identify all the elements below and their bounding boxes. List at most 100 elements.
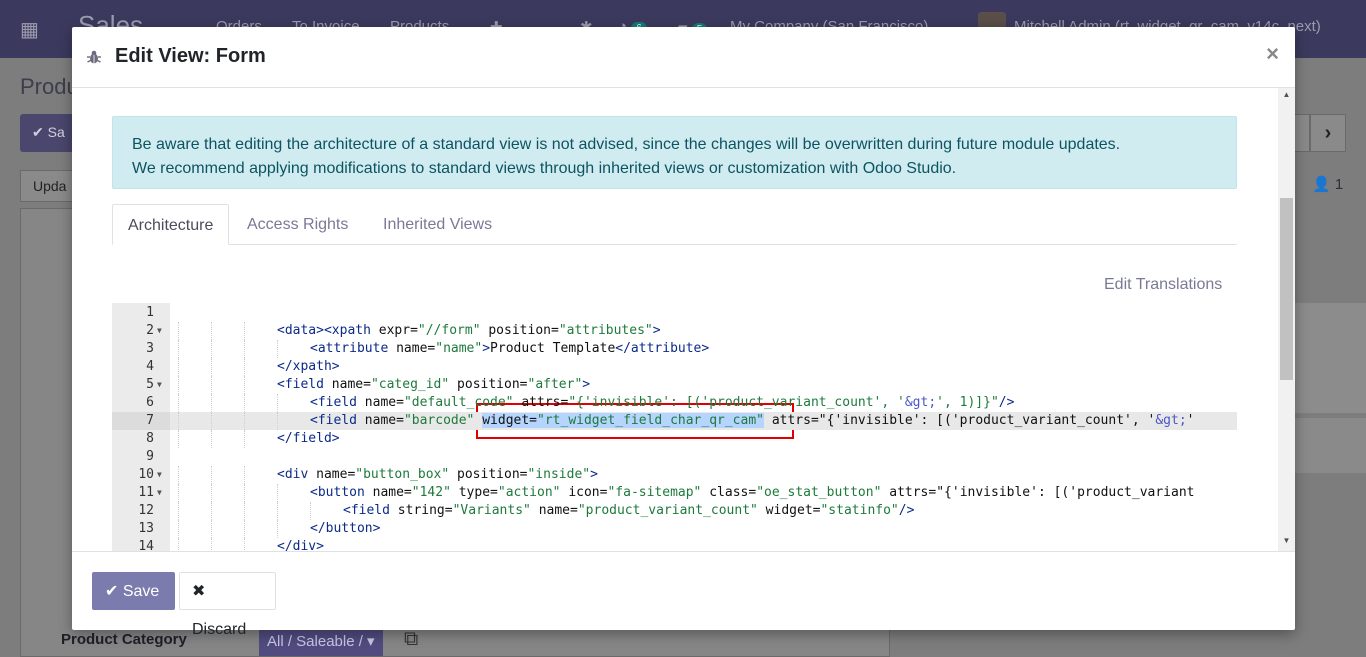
code-line[interactable]: 3 <attribute name="name">Product Template… bbox=[112, 340, 1237, 358]
indent-guide bbox=[178, 502, 179, 520]
followers-count-value: 1 bbox=[1334, 176, 1344, 193]
selected-text: widget="rt_widget_field_char_qr_cam" bbox=[482, 413, 764, 428]
dialog-body: Be aware that editing the architecture o… bbox=[72, 88, 1295, 551]
close-icon[interactable]: × bbox=[1266, 43, 1279, 65]
line-gutter-cell: 13 bbox=[112, 520, 170, 538]
code-text: </button> bbox=[310, 521, 381, 536]
discard-button-label: Discard bbox=[192, 621, 247, 638]
tab-access-rights[interactable]: Access Rights bbox=[232, 204, 363, 245]
followers-count[interactable]: 👤 1 bbox=[1312, 175, 1343, 193]
line-number: 12 bbox=[138, 503, 154, 518]
indent-guide bbox=[211, 376, 212, 394]
indent-guide bbox=[211, 340, 212, 358]
line-gutter-cell: 14 bbox=[112, 538, 170, 551]
code-line[interactable]: 6 <field name="default_code" attrs="{'inv… bbox=[112, 394, 1237, 412]
chatter-panel bbox=[1294, 303, 1366, 413]
line-number: 13 bbox=[138, 521, 154, 536]
next-record-button[interactable]: › bbox=[1310, 114, 1346, 152]
indent-guide bbox=[244, 538, 245, 551]
background-save-label: Sa bbox=[47, 124, 65, 140]
indent-guide bbox=[244, 322, 245, 340]
dialog-title: Edit View: Form bbox=[115, 45, 266, 67]
product-category-field[interactable]: All / Saleable / ▾ bbox=[259, 628, 383, 656]
code-line[interactable]: 4 </xpath> bbox=[112, 358, 1237, 376]
code-line[interactable]: 7 <field name="barcode" widget="rt_widget… bbox=[112, 412, 1237, 430]
line-number: 5 bbox=[146, 377, 154, 392]
line-number: 6 bbox=[146, 395, 154, 410]
code-text: </xpath> bbox=[277, 359, 340, 374]
line-gutter-cell: 12 bbox=[112, 502, 170, 520]
line-gutter-cell: 7 bbox=[112, 412, 170, 430]
indent-guide bbox=[277, 412, 278, 430]
code-editor[interactable]: 1 2 ▼ <data><xpath expr="//form" position="… bbox=[112, 303, 1237, 551]
indent-guide bbox=[211, 502, 212, 520]
indent-guide bbox=[211, 520, 212, 538]
indent-guide bbox=[244, 520, 245, 538]
indent-guide bbox=[211, 430, 212, 448]
chatter-panel-item bbox=[1294, 418, 1366, 473]
code-text: <attribute name="name">Product Template<… bbox=[310, 341, 710, 356]
indent-guide bbox=[178, 520, 179, 538]
code-line[interactable]: 8 </field> bbox=[112, 430, 1237, 448]
indent-guide bbox=[178, 430, 179, 448]
code-line[interactable]: 14 </div> bbox=[112, 538, 1237, 551]
dialog-footer: ✔ Save ✖ Discard bbox=[72, 551, 1295, 638]
code-line[interactable]: 9 bbox=[112, 448, 1237, 466]
save-button-label: Save bbox=[122, 583, 160, 600]
scroll-down-arrow-icon[interactable]: ▼ bbox=[1278, 536, 1295, 548]
fold-arrow-icon[interactable]: ▼ bbox=[157, 376, 162, 394]
save-button[interactable]: ✔ Save bbox=[92, 572, 175, 610]
indent-guide bbox=[178, 394, 179, 412]
apps-menu-icon[interactable]: ▦ bbox=[20, 17, 39, 42]
line-gutter-cell: 10 ▼ bbox=[112, 466, 170, 484]
line-number: 1 bbox=[146, 305, 154, 320]
indent-guide bbox=[211, 394, 212, 412]
fold-arrow-icon[interactable]: ▼ bbox=[157, 484, 162, 502]
code-line[interactable]: 5 ▼ <field name="categ_id" position="after… bbox=[112, 376, 1237, 394]
indent-guide bbox=[178, 358, 179, 376]
indent-guide bbox=[277, 520, 278, 538]
fold-arrow-icon[interactable]: ▼ bbox=[157, 466, 162, 484]
indent-guide bbox=[178, 412, 179, 430]
background-save-button[interactable]: ✔ Sa bbox=[20, 114, 80, 152]
external-link-icon[interactable]: ⧉ bbox=[404, 628, 418, 651]
line-gutter-cell: 2 ▼ bbox=[112, 322, 170, 340]
line-number: 4 bbox=[146, 359, 154, 374]
line-gutter-cell: 9 bbox=[112, 448, 170, 466]
view-tabs: Architecture Access Rights Inherited Vie… bbox=[112, 204, 1237, 245]
code-line[interactable]: 2 ▼ <data><xpath expr="//form" position="a… bbox=[112, 322, 1237, 340]
line-gutter-cell: 4 bbox=[112, 358, 170, 376]
tab-inherited-views[interactable]: Inherited Views bbox=[368, 204, 507, 245]
code-line[interactable]: 11 ▼ <button name="142" type="action" icon… bbox=[112, 484, 1237, 502]
indent-guide bbox=[277, 484, 278, 502]
scrollbar-thumb[interactable] bbox=[1280, 198, 1293, 380]
tab-architecture[interactable]: Architecture bbox=[112, 204, 230, 245]
fold-arrow-icon[interactable]: ▼ bbox=[157, 322, 162, 340]
edit-translations-link[interactable]: Edit Translations bbox=[1104, 276, 1222, 294]
vertical-scrollbar[interactable]: ▲ ▼ bbox=[1278, 88, 1295, 551]
line-gutter-cell: 8 bbox=[112, 430, 170, 448]
indent-guide bbox=[178, 484, 179, 502]
code-line[interactable]: 12 <field string="Variants" name="product… bbox=[112, 502, 1237, 520]
indent-guide bbox=[244, 394, 245, 412]
page-title: Produ bbox=[20, 74, 79, 99]
line-number: 10 bbox=[138, 467, 154, 482]
product-category-label: Product Category bbox=[61, 631, 187, 648]
discard-button[interactable]: ✖ Discard bbox=[179, 572, 276, 638]
alert-line-1: Be aware that editing the architecture o… bbox=[132, 136, 1121, 153]
code-line[interactable]: 13 </button> bbox=[112, 520, 1237, 538]
scroll-up-arrow-icon[interactable]: ▲ bbox=[1278, 90, 1295, 102]
indent-guide bbox=[277, 340, 278, 358]
code-text: <field string="Variants" name="product_v… bbox=[343, 503, 915, 518]
line-gutter-cell: 1 bbox=[112, 304, 170, 322]
indent-guide bbox=[211, 358, 212, 376]
update-button[interactable]: Upda bbox=[20, 170, 80, 202]
line-number: 9 bbox=[146, 449, 154, 464]
line-gutter-cell: 11 ▼ bbox=[112, 484, 170, 502]
product-category-value: All / Saleable / bbox=[267, 633, 363, 650]
code-line[interactable]: 1 bbox=[112, 304, 1237, 322]
indent-guide bbox=[178, 376, 179, 394]
code-line[interactable]: 10 ▼ <div name="button_box" position="insi… bbox=[112, 466, 1237, 484]
indent-guide bbox=[244, 484, 245, 502]
line-gutter-cell: 6 bbox=[112, 394, 170, 412]
